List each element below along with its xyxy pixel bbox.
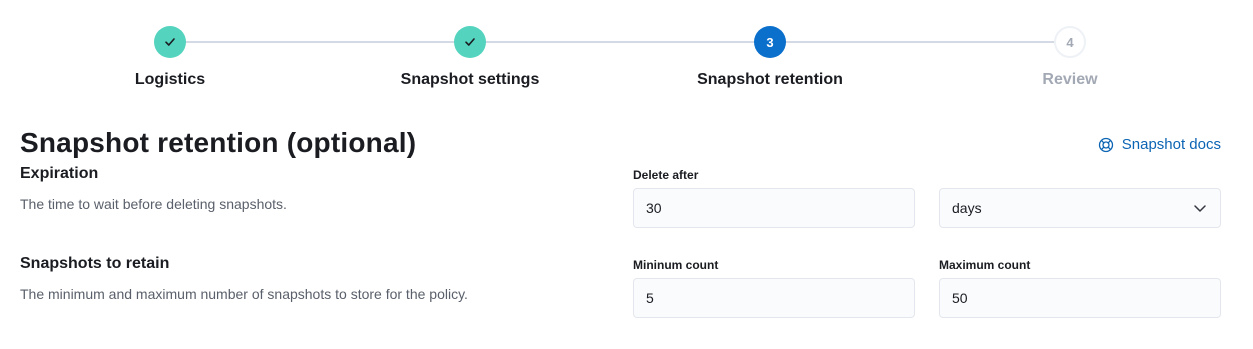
check-icon <box>465 38 475 46</box>
step-review[interactable]: 4 Review <box>920 26 1220 89</box>
check-icon <box>165 38 175 46</box>
max-count-label: Maximum count <box>939 258 1031 272</box>
help-lifebuoy-icon <box>1098 137 1113 152</box>
chevron-down-icon <box>1194 205 1206 212</box>
min-count-label: Mininum count <box>633 258 719 272</box>
delete-after-label: Delete after <box>633 168 699 182</box>
page-title: Snapshot retention (optional) <box>20 127 417 158</box>
step-title: Snapshot settings <box>400 71 540 88</box>
step-title: Review <box>1042 71 1098 88</box>
expiration-unit-value: days <box>952 200 982 216</box>
step-snapshot-retention[interactable]: 3 Snapshot retention <box>620 26 920 89</box>
step-number: 4 <box>1054 26 1086 58</box>
min-count-input[interactable] <box>633 278 915 318</box>
step-number: 3 <box>754 26 786 58</box>
retain-description: The minimum and maximum number of snapsh… <box>20 286 468 302</box>
expiration-description: The time to wait before deleting snapsho… <box>20 196 287 212</box>
expiration-unit-select[interactable]: days <box>939 188 1221 228</box>
expiration-title: Expiration <box>20 165 99 182</box>
step-snapshot-settings[interactable]: Snapshot settings <box>320 26 620 89</box>
step-title: Logistics <box>134 71 206 88</box>
max-count-input[interactable] <box>939 278 1221 318</box>
step-logistics[interactable]: Logistics <box>20 26 320 89</box>
step-title: Snapshot retention <box>697 71 843 88</box>
retain-title: Snapshots to retain <box>20 255 170 272</box>
snapshot-docs-label: Snapshot docs <box>1121 136 1221 153</box>
snapshot-docs-link[interactable]: Snapshot docs <box>1098 136 1221 153</box>
steps-progress: Logistics Snapshot settings 3 Snapshot r… <box>0 0 1253 110</box>
step-complete-indicator <box>454 26 486 58</box>
delete-after-input[interactable] <box>633 188 915 228</box>
step-complete-indicator <box>154 26 186 58</box>
